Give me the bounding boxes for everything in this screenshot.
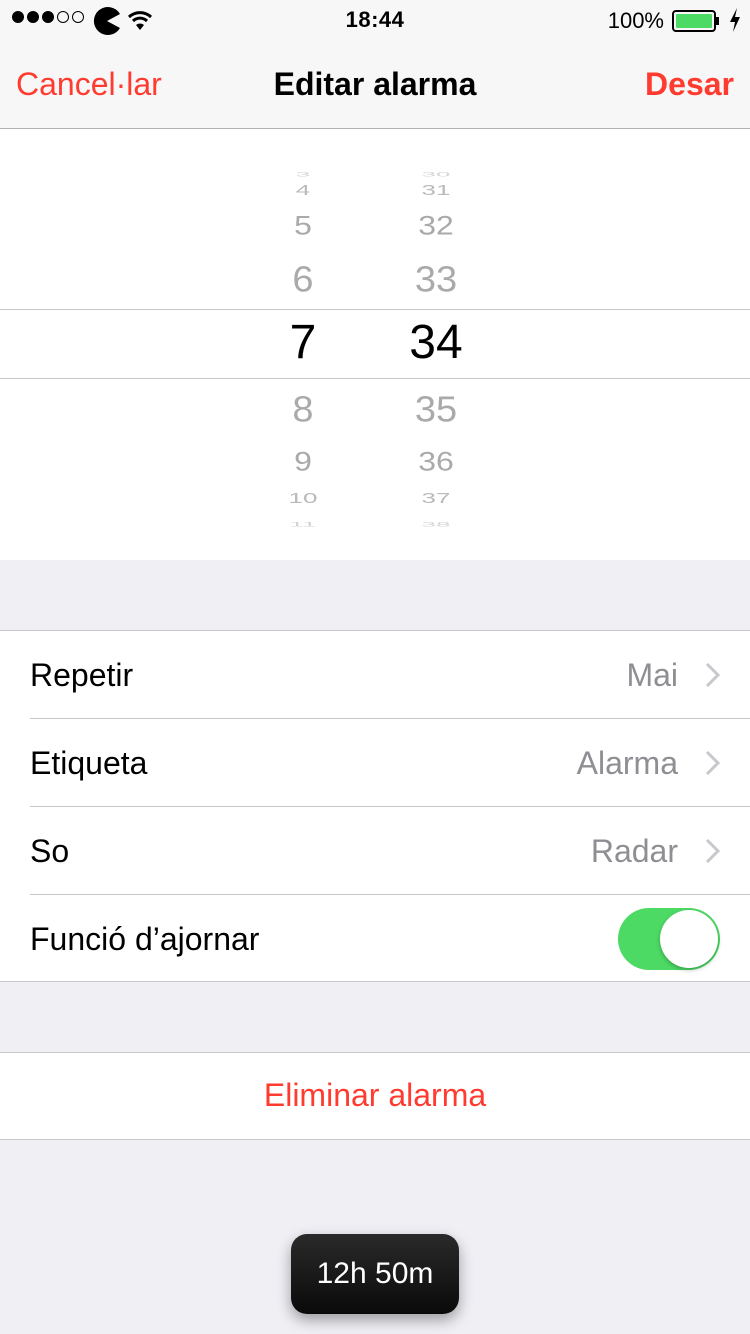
minute-option[interactable]: 38: [388, 521, 484, 528]
minute-option[interactable]: 32: [388, 211, 484, 238]
chevron-right-icon: [705, 838, 721, 864]
hour-option[interactable]: 9: [258, 447, 348, 474]
snooze-toggle[interactable]: [618, 908, 720, 970]
minute-option[interactable]: 34: [388, 319, 484, 367]
chevron-right-icon: [705, 750, 721, 776]
alarm-settings-list: Repetir Mai Etiqueta Alarma So Radar Fun…: [0, 630, 750, 982]
page-title: Editar alarma: [273, 66, 477, 102]
hour-option[interactable]: 10: [258, 491, 348, 505]
status-bar: 18:44 100%: [0, 0, 750, 40]
hour-option[interactable]: 8: [258, 392, 348, 428]
repeat-value: Mai: [626, 657, 678, 693]
picker-selection-line-top: [0, 309, 750, 310]
save-button[interactable]: Desar: [645, 66, 734, 103]
battery-percent: 100%: [607, 8, 664, 33]
repeat-row[interactable]: Repetir Mai: [0, 631, 750, 719]
minute-option[interactable]: 33: [388, 262, 484, 298]
repeat-label: Repetir: [30, 657, 134, 693]
label-row[interactable]: Etiqueta Alarma: [0, 719, 750, 807]
label-label: Etiqueta: [30, 745, 148, 781]
navigation-bar: Cancel·lar Editar alarma Desar: [0, 40, 750, 129]
time-remaining-toast: 12h 50m: [291, 1234, 459, 1314]
hour-option[interactable]: 11: [258, 521, 348, 528]
delete-alarm-button[interactable]: Eliminar alarma: [0, 1052, 750, 1140]
minute-option[interactable]: 37: [388, 491, 484, 505]
minute-option[interactable]: 35: [388, 392, 484, 428]
hour-option[interactable]: 6: [258, 262, 348, 298]
chevron-right-icon: [705, 662, 721, 688]
sound-value: Radar: [590, 833, 678, 869]
minute-wheel[interactable]: 30 31 32 33 34 35 36 37 38: [388, 129, 484, 560]
delete-alarm-label: Eliminar alarma: [263, 1077, 487, 1113]
hour-wheel[interactable]: 3 4 5 6 7 8 9 10 11: [258, 129, 348, 560]
picker-selection-line-bottom: [0, 378, 750, 379]
charging-bolt-icon: [730, 8, 740, 32]
minute-option[interactable]: 31: [388, 183, 484, 197]
sound-row[interactable]: So Radar: [0, 807, 750, 895]
snooze-label: Funció d’ajornar: [30, 921, 260, 957]
toggle-knob: [660, 910, 718, 968]
minute-option[interactable]: 30: [388, 171, 484, 178]
sound-label: So: [30, 833, 70, 869]
time-picker[interactable]: 3 4 5 6 7 8 9 10 11 30 31 32 33 34 35 36 37 38: [0, 129, 750, 560]
minute-option[interactable]: 36: [388, 447, 484, 474]
hour-option[interactable]: 5: [258, 211, 348, 238]
hour-option[interactable]: 7: [258, 319, 348, 367]
snooze-row: Funció d’ajornar: [0, 895, 750, 983]
label-value: Alarma: [576, 745, 678, 781]
hour-option[interactable]: 4: [258, 183, 348, 197]
hour-option[interactable]: 3: [258, 171, 348, 178]
battery-icon: [672, 10, 719, 32]
